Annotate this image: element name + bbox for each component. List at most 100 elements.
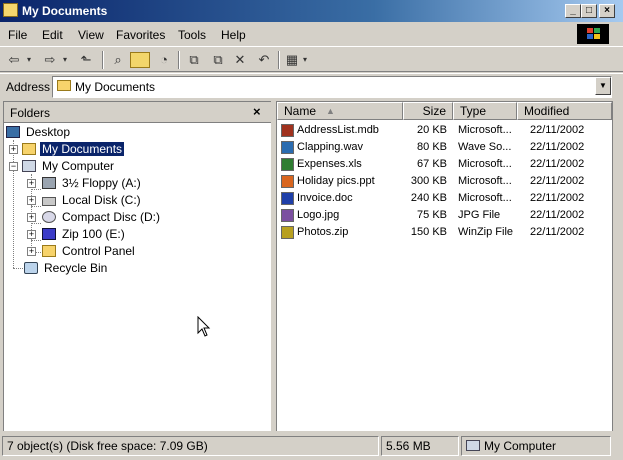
address-dropdown-button[interactable]: ▼	[595, 77, 611, 95]
menu-edit[interactable]: Edit	[42, 28, 63, 42]
expand-compact-disc[interactable]: +	[27, 213, 36, 222]
column-header-size[interactable]: Size	[403, 102, 453, 120]
close-button[interactable]: ×	[599, 4, 615, 18]
folders-icon[interactable]	[130, 52, 150, 68]
tree-line	[31, 223, 41, 224]
file-type: Microsoft...	[458, 175, 512, 187]
file-type: WinZip File	[458, 226, 514, 238]
menu-favorites[interactable]: Favorites	[116, 28, 165, 42]
tree-line	[13, 140, 14, 268]
recycle-bin-icon	[24, 262, 38, 274]
zip-drive-icon	[42, 228, 56, 240]
up-folder-icon[interactable]: ⬑	[76, 52, 96, 68]
file-modified: 22/11/2002	[530, 209, 585, 221]
table-row[interactable]: Expenses.xls 67 KB Microsoft... 22/11/2002	[277, 156, 612, 173]
file-size: 20 KB	[417, 124, 447, 136]
tree-item-my-documents[interactable]: My Documents	[22, 141, 125, 157]
file-name: Clapping.wav	[297, 141, 364, 153]
tree-item-recycle-bin[interactable]: Recycle Bin	[24, 260, 109, 276]
tree-item-compact-disc[interactable]: Compact Disc (D:)	[42, 209, 162, 225]
status-location: My Computer	[461, 436, 611, 456]
floppy-icon	[42, 177, 56, 189]
file-name: Invoice.doc	[297, 192, 353, 204]
column-header-modified[interactable]: Modified	[517, 102, 612, 120]
menu-help[interactable]: Help	[221, 28, 246, 42]
folder-icon	[22, 143, 36, 155]
windows-logo-icon	[577, 24, 609, 44]
file-type: Microsoft...	[458, 158, 512, 170]
tree-item-local-disk[interactable]: Local Disk (C:)	[42, 192, 143, 208]
table-row[interactable]: Logo.jpg 75 KB JPG File 22/11/2002	[277, 207, 612, 224]
file-modified: 22/11/2002	[530, 141, 585, 153]
column-header-type[interactable]: Type	[453, 102, 517, 120]
file-icon	[281, 226, 294, 239]
expand-control-panel[interactable]: +	[27, 247, 36, 256]
expand-local-disk[interactable]: +	[27, 196, 36, 205]
expand-zip-drive[interactable]: +	[27, 230, 36, 239]
expand-floppy[interactable]: +	[27, 179, 36, 188]
column-header-name[interactable]: Name ▲	[277, 102, 403, 120]
tree-item-floppy[interactable]: 3½ Floppy (A:)	[42, 175, 143, 191]
back-arrow-icon[interactable]: ⇦	[4, 52, 24, 68]
menu-file[interactable]: File	[8, 28, 27, 42]
search-icon[interactable]: ⌕	[108, 52, 128, 68]
file-modified: 22/11/2002	[530, 124, 585, 136]
close-folders-button[interactable]: ×	[253, 104, 261, 119]
vertical-scrollbar[interactable]	[612, 101, 622, 431]
views-dropdown-icon[interactable]: ▾	[300, 52, 310, 68]
file-size: 67 KB	[417, 158, 447, 170]
tree-item-my-computer[interactable]: My Computer	[22, 158, 116, 174]
computer-icon	[22, 160, 36, 172]
minimize-button[interactable]: _	[565, 4, 581, 18]
menu-tools[interactable]: Tools	[178, 28, 206, 42]
toolbar-separator	[178, 51, 180, 69]
file-size: 240 KB	[410, 192, 447, 204]
expand-my-documents[interactable]: +	[9, 145, 18, 154]
file-list: Name ▲ Size Type Modified AddressList.md…	[276, 101, 612, 431]
file-name: AddressList.mdb	[297, 124, 379, 136]
status-size: 5.56 MB	[381, 436, 459, 456]
table-row[interactable]: AddressList.mdb 20 KB Microsoft... 22/11/20…	[277, 122, 612, 139]
file-size: 80 KB	[417, 141, 447, 153]
toolbar-separator	[102, 51, 104, 69]
table-row[interactable]: Photos.zip 150 KB WinZip File 22/11/2002	[277, 224, 612, 241]
file-size: 150 KB	[410, 226, 447, 238]
undo-icon[interactable]: ↶	[254, 52, 274, 68]
file-name: Expenses.xls	[297, 158, 362, 170]
back-dropdown-icon[interactable]: ▾	[24, 52, 34, 68]
file-icon	[281, 158, 294, 171]
toolbar: ⇦ ▾ ⇨ ▾ ⬑ ⌕ ◔ ⧉ ⧉ ✕ ↶ ▦ ▾	[0, 46, 623, 72]
folders-title: Folders	[10, 106, 51, 120]
file-icon	[281, 141, 294, 154]
status-objects: 7 object(s) (Disk free space: 7.09 GB)	[2, 436, 379, 456]
file-modified: 22/11/2002	[530, 192, 585, 204]
address-label: Address	[6, 80, 51, 94]
move-to-icon[interactable]: ⧉	[184, 52, 204, 68]
folders-header: Folders ×	[4, 102, 271, 123]
folder-icon	[57, 80, 71, 91]
address-input[interactable]: My Documents ▼	[52, 76, 612, 98]
control-panel-icon	[42, 245, 56, 257]
table-row[interactable]: Clapping.wav 80 KB Wave So... 22/11/2002	[277, 139, 612, 156]
cd-icon	[42, 211, 56, 223]
tree-item-desktop[interactable]: Desktop	[6, 124, 72, 140]
table-row[interactable]: Invoice.doc 240 KB Microsoft... 22/11/2002	[277, 190, 612, 207]
copy-to-icon[interactable]: ⧉	[208, 52, 228, 68]
collapse-my-computer[interactable]: −	[9, 162, 18, 171]
file-icon	[281, 192, 294, 205]
table-row[interactable]: Holiday pics.ppt 300 KB Microsoft... 22/11/…	[277, 173, 612, 190]
tree-item-control-panel[interactable]: Control Panel	[42, 243, 137, 259]
tree-item-zip-drive[interactable]: Zip 100 (E:)	[42, 226, 127, 242]
delete-icon[interactable]: ✕	[230, 52, 250, 68]
address-bar: Address My Documents ▼	[0, 73, 623, 98]
menu-view[interactable]: View	[78, 28, 104, 42]
file-name: Photos.zip	[297, 226, 349, 238]
computer-icon	[466, 440, 480, 451]
views-icon[interactable]: ▦	[284, 52, 300, 68]
forward-dropdown-icon[interactable]: ▾	[60, 52, 70, 68]
title-bar[interactable]: My Documents _ □ ×	[0, 0, 623, 22]
folders-pane: Folders × + − + + + + + Desktop My Docum…	[3, 101, 271, 431]
history-icon[interactable]: ◔	[154, 52, 174, 68]
maximize-button[interactable]: □	[581, 4, 597, 18]
forward-arrow-icon[interactable]: ⇨	[40, 52, 60, 68]
